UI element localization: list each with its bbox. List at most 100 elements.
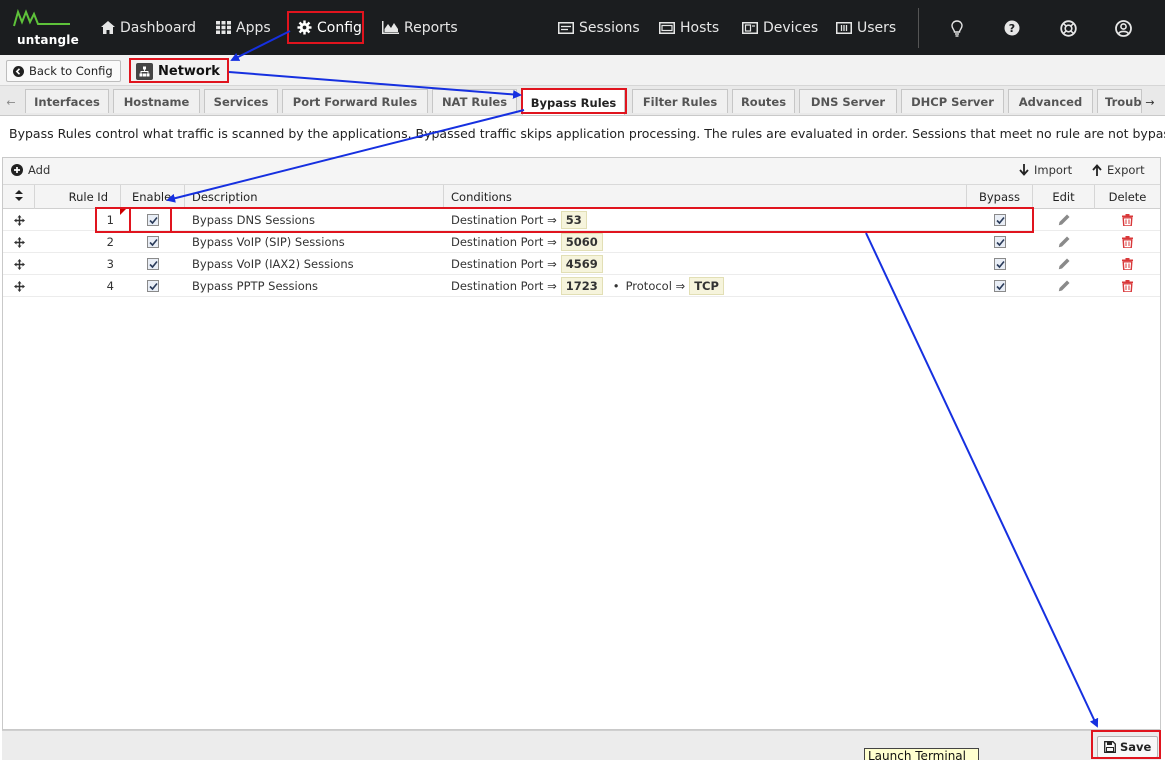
logo-mark-icon [13, 8, 70, 27]
conditions-cell: Destination Port ⇒ 1723 • Protocol ⇒ TCP [451, 275, 967, 297]
svg-text:?: ? [1009, 22, 1015, 35]
enable-checkbox[interactable] [121, 275, 185, 297]
tab-dns-server[interactable]: DNS Server [799, 89, 897, 113]
save-button[interactable]: Save [1097, 736, 1159, 758]
devices-icon [742, 21, 758, 34]
tab-bypass-rules[interactable]: Bypass Rules [522, 89, 625, 115]
bypass-rules-grid: Add Import Export Rule Id Enable Descrip… [2, 157, 1161, 730]
page-title-text: Network [158, 63, 220, 79]
drag-handle-icon[interactable] [3, 231, 35, 253]
area-chart-icon [382, 21, 399, 34]
conditions-cell: Destination Port ⇒ 4569 [451, 253, 967, 275]
nav-devices-label: Devices [763, 19, 819, 36]
plus-circle-icon [11, 164, 23, 176]
floppy-disk-icon [1104, 741, 1116, 753]
rule-id-cell: 1 [106, 213, 114, 227]
tab-scroll-left-icon[interactable]: ← [4, 90, 18, 114]
drag-handle-icon[interactable] [3, 209, 35, 231]
back-to-config-label: Back to Config [29, 64, 113, 78]
help-icon[interactable]: ? [1001, 17, 1023, 39]
column-edit[interactable]: Edit [1033, 185, 1095, 209]
bypass-checkbox[interactable] [967, 275, 1033, 297]
tab-dhcp-server[interactable]: DHCP Server [901, 89, 1004, 113]
column-bypass[interactable]: Bypass [967, 185, 1033, 209]
tab-troubleshooting[interactable]: Troubleshooting [1097, 89, 1142, 113]
import-button[interactable]: Import [1019, 163, 1072, 177]
column-delete[interactable]: Delete [1095, 185, 1160, 209]
grid-toolbar: Add Import Export [3, 158, 1160, 185]
nav-devices[interactable]: Devices [742, 0, 818, 55]
nav-sessions-label: Sessions [579, 19, 640, 36]
enable-checkbox[interactable] [121, 231, 185, 253]
delete-trash-icon[interactable] [1095, 253, 1160, 275]
grid-header: Rule Id Enable Description Conditions By… [3, 185, 1160, 209]
sort-handle-column[interactable] [3, 185, 35, 209]
drag-handle-icon[interactable] [3, 275, 35, 297]
nav-hosts-label: Hosts [680, 19, 720, 36]
sort-icon [14, 190, 23, 204]
untangle-logo[interactable]: untangle [12, 8, 82, 50]
tab-interfaces[interactable]: Interfaces [25, 89, 109, 113]
tab-hostname[interactable]: Hostname [113, 89, 200, 113]
column-enable[interactable]: Enable [121, 185, 185, 209]
edit-pencil-icon[interactable] [1033, 275, 1095, 297]
nav-apps[interactable]: Apps [216, 0, 271, 55]
logo-text: untangle [17, 33, 79, 47]
edit-pencil-icon[interactable] [1033, 209, 1095, 231]
nav-users[interactable]: Users [836, 0, 896, 55]
column-description[interactable]: Description [185, 185, 444, 209]
nav-hosts[interactable]: Hosts [659, 0, 719, 55]
column-rule-id[interactable]: Rule Id [35, 185, 121, 209]
lightbulb-icon[interactable] [946, 17, 968, 39]
description-cell: Bypass DNS Sessions [192, 213, 315, 227]
nav-divider [918, 8, 919, 48]
column-conditions[interactable]: Conditions [444, 185, 967, 209]
home-icon [101, 21, 115, 34]
bypass-rules-description: Bypass Rules control what traffic is sca… [9, 126, 1165, 141]
condition-value: TCP [689, 277, 724, 295]
nav-reports-label: Reports [404, 19, 458, 36]
bypass-checkbox[interactable] [967, 253, 1033, 275]
tab-filter-rules[interactable]: Filter Rules [632, 89, 728, 113]
condition-label: Destination Port ⇒ [451, 213, 557, 227]
import-label: Import [1034, 163, 1073, 177]
tab-advanced[interactable]: Advanced [1008, 89, 1093, 113]
condition-value: 1723 [560, 277, 603, 295]
add-rule-button[interactable]: Add [11, 163, 50, 177]
condition-label: Destination Port ⇒ [451, 235, 557, 249]
nav-dashboard[interactable]: Dashboard [101, 0, 196, 55]
users-icon [836, 21, 852, 34]
breadcrumb-bar: Back to Config Network [0, 55, 1165, 86]
gear-icon [297, 20, 312, 35]
tab-services[interactable]: Services [204, 89, 278, 113]
export-button[interactable]: Export [1092, 163, 1145, 177]
bypass-checkbox[interactable] [967, 209, 1033, 231]
nav-config[interactable]: Config [297, 0, 362, 55]
edit-pencil-icon[interactable] [1033, 231, 1095, 253]
condition-value: 5060 [560, 233, 603, 251]
add-rule-label: Add [28, 163, 51, 177]
rule-id-cell: 2 [106, 235, 114, 249]
bypass-checkbox[interactable] [967, 231, 1033, 253]
table-row: 1 Bypass DNS Sessions Destination Port ⇒… [3, 209, 1160, 231]
back-to-config-button[interactable]: Back to Config [6, 60, 121, 82]
support-icon[interactable] [1057, 17, 1079, 39]
delete-trash-icon[interactable] [1095, 231, 1160, 253]
tab-scroll-right-icon[interactable]: → [1143, 90, 1157, 114]
tab-port-forward-rules[interactable]: Port Forward Rules [282, 89, 428, 113]
delete-trash-icon[interactable] [1095, 209, 1160, 231]
enable-checkbox[interactable] [121, 253, 185, 275]
account-icon[interactable] [1112, 17, 1134, 39]
launch-terminal-tooltip: Launch Terminal [864, 748, 979, 760]
delete-trash-icon[interactable] [1095, 275, 1160, 297]
drag-handle-icon[interactable] [3, 253, 35, 275]
nav-sessions[interactable]: Sessions [558, 0, 640, 55]
grid-icon [216, 21, 231, 34]
rule-id-cell: 4 [106, 279, 114, 293]
tab-nat-rules[interactable]: NAT Rules [432, 89, 517, 113]
tab-routes[interactable]: Routes [732, 89, 795, 113]
nav-config-label: Config [317, 19, 362, 36]
edit-pencil-icon[interactable] [1033, 253, 1095, 275]
enable-checkbox[interactable] [121, 209, 185, 231]
nav-reports[interactable]: Reports [382, 0, 458, 55]
